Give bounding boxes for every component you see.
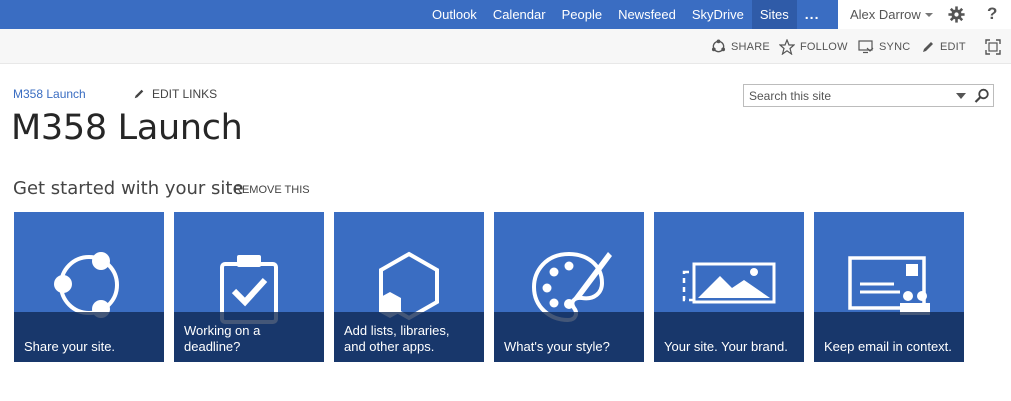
tile-caption: Your site. Your brand. (654, 312, 804, 362)
edit-button[interactable]: EDIT (921, 29, 966, 64)
fullscreen-icon (985, 38, 1001, 55)
sync-button[interactable]: SYNC (858, 29, 910, 64)
tile-deadline[interactable]: Working on a deadline? (174, 212, 324, 362)
suite-link-people[interactable]: People (554, 0, 610, 29)
focus-content-button[interactable] (985, 29, 1006, 64)
search-input[interactable] (744, 85, 949, 106)
tile-style[interactable]: What's your style? (494, 212, 644, 362)
share-button[interactable]: SHARE (711, 29, 770, 64)
suite-nav: Outlook Calendar People Newsfeed SkyDriv… (424, 0, 827, 29)
page-title: M358 Launch (11, 108, 243, 148)
more-ellipsis-button[interactable]: ... (797, 0, 828, 29)
star-icon (779, 38, 795, 55)
suite-link-outlook[interactable]: Outlook (424, 0, 485, 29)
help-icon[interactable]: ? (987, 4, 997, 24)
follow-label: FOLLOW (800, 40, 848, 53)
search-scope-dropdown-icon[interactable] (956, 93, 966, 99)
suite-link-sites[interactable]: Sites (751, 0, 797, 29)
breadcrumb-site-link[interactable]: M358 Launch (13, 87, 86, 101)
tile-brand[interactable]: Your site. Your brand. (654, 212, 804, 362)
caret-down-icon (924, 12, 933, 17)
edit-links-button[interactable]: EDIT LINKS (133, 87, 217, 101)
tile-share-site[interactable]: Share your site. (14, 212, 164, 362)
tile-caption: What's your style? (494, 312, 644, 362)
sync-icon (858, 40, 874, 54)
follow-button[interactable]: FOLLOW (779, 29, 848, 64)
share-icon (711, 39, 726, 53)
search-box (743, 84, 994, 107)
edit-label: EDIT (940, 40, 966, 53)
suite-link-calendar[interactable]: Calendar (485, 0, 554, 29)
tile-add-apps[interactable]: Add lists, libraries, and other apps. (334, 212, 484, 362)
user-bar: Alex Darrow ? (838, 0, 1011, 29)
suite-link-skydrive[interactable]: SkyDrive (684, 0, 752, 29)
suite-link-newsfeed[interactable]: Newsfeed (610, 0, 684, 29)
pencil-icon (923, 41, 933, 52)
edit-links-label: EDIT LINKS (152, 87, 218, 101)
search-icon[interactable] (974, 88, 990, 104)
action-bar: SHARE FOLLOW SYNC EDIT (0, 29, 1011, 64)
tile-caption: Keep email in context. (814, 312, 964, 362)
gear-icon[interactable] (948, 6, 965, 23)
tile-caption: Working on a deadline? (174, 312, 324, 362)
user-name: Alex Darrow (850, 7, 921, 22)
user-menu[interactable]: Alex Darrow (850, 7, 933, 22)
sync-label: SYNC (879, 40, 911, 53)
tile-caption: Add lists, libraries, and other apps. (334, 312, 484, 362)
pencil-icon (134, 89, 144, 99)
remove-this-link[interactable]: REMOVE THIS (234, 184, 310, 196)
tile-caption: Share your site. (14, 312, 164, 362)
tile-email[interactable]: Keep email in context. (814, 212, 964, 362)
share-label: SHARE (731, 40, 770, 53)
suite-bar: Outlook Calendar People Newsfeed SkyDriv… (0, 0, 1011, 29)
get-started-heading: Get started with your site (13, 178, 244, 199)
